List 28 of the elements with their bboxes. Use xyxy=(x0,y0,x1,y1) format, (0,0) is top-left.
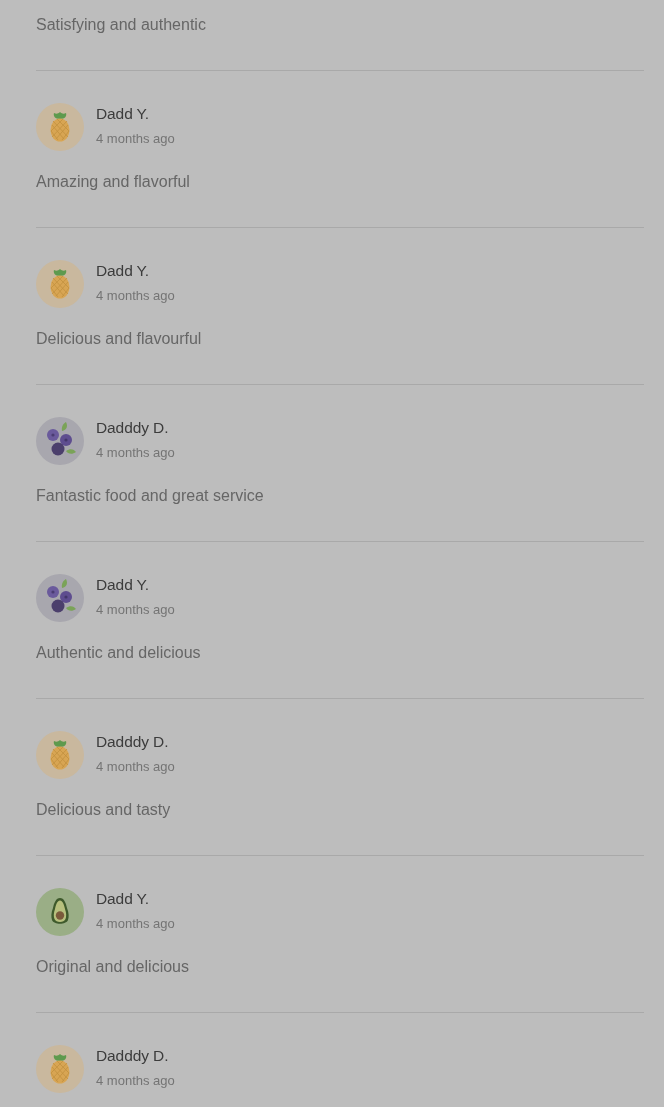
review-time: 4 months ago xyxy=(96,444,175,461)
pineapple-icon xyxy=(36,1045,84,1093)
review-time: 4 months ago xyxy=(96,758,175,775)
reviewer-name: Dadddy D. xyxy=(96,732,170,752)
avocado-icon xyxy=(36,888,84,936)
review-time: 4 months ago xyxy=(96,1072,175,1089)
review-comment: Fantastic food and great service xyxy=(36,486,265,506)
pineapple-icon xyxy=(36,731,84,779)
reviewer-name: Dadd Y. xyxy=(96,261,151,281)
review-time: 4 months ago xyxy=(96,915,175,932)
blueberries-icon xyxy=(36,417,84,465)
reviewer-name: Dadd Y. xyxy=(96,104,151,124)
review-time: 4 months ago xyxy=(96,130,175,147)
review-comment: Original and delicious xyxy=(36,957,190,977)
review-comment: Delicious and tasty xyxy=(36,800,172,820)
reviewer-name: Dadddy D. xyxy=(96,1046,170,1066)
reviewer-name: Dadd Y. xyxy=(96,889,151,909)
review-time: 4 months ago xyxy=(96,287,175,304)
review-comment: Delicious and flavourful xyxy=(36,329,203,349)
pineapple-icon xyxy=(36,103,84,151)
reviewer-name: Dadd Y. xyxy=(96,575,151,595)
pineapple-icon xyxy=(36,260,84,308)
blueberries-icon xyxy=(36,574,84,622)
review-comment: Amazing and flavorful xyxy=(36,172,191,192)
review-comment: Satisfying and authentic xyxy=(36,15,207,35)
review-comment: Authentic and delicious xyxy=(36,643,202,663)
review-time: 4 months ago xyxy=(96,601,175,618)
reviewer-name: Dadddy D. xyxy=(96,418,170,438)
